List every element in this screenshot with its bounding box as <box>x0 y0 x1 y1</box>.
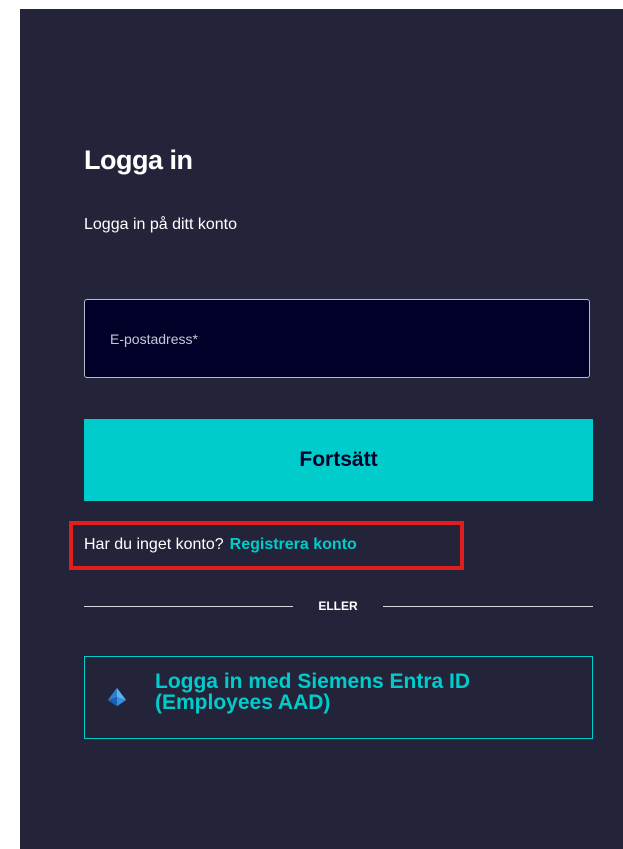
register-row: Har du inget konto? Registrera konto <box>84 536 357 554</box>
email-field[interactable] <box>84 299 590 378</box>
sso-login-label: Logga in med Siemens Entra ID (Employees… <box>155 670 471 714</box>
register-account-link[interactable]: Registrera konto <box>230 536 357 553</box>
no-account-text: Har du inget konto? <box>84 536 224 553</box>
page-title: Logga in <box>84 145 193 175</box>
divider-line-right <box>383 606 593 607</box>
sso-login-button[interactable]: Logga in med Siemens Entra ID (Employees… <box>84 656 593 739</box>
divider-line-left <box>84 606 293 607</box>
login-panel: Logga in Logga in på ditt konto Fortsätt… <box>20 9 623 849</box>
continue-button[interactable]: Fortsätt <box>84 419 593 501</box>
page-subtitle: Logga in på ditt konto <box>84 216 238 233</box>
entra-id-icon <box>108 688 126 706</box>
divider-text: ELLER <box>318 599 358 613</box>
email-input[interactable] <box>85 300 589 377</box>
